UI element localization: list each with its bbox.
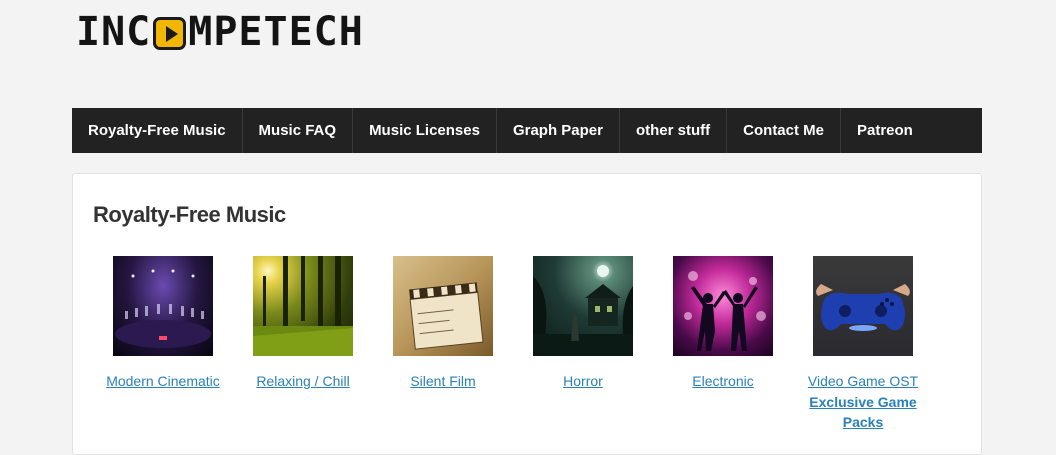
play-icon <box>153 16 187 50</box>
nav-item-music-licenses[interactable]: Music Licenses <box>353 108 497 153</box>
nav-item-patreon[interactable]: Patreon <box>841 108 929 153</box>
category-video-game-ost: Video Game OST Exclusive Game Packs <box>793 256 933 432</box>
nav-item-royalty-free-music[interactable]: Royalty-Free Music <box>72 108 243 153</box>
category-silent-film: Silent Film <box>373 256 513 389</box>
category-link-horror[interactable]: Horror <box>513 373 653 389</box>
thumbnail-silent-film[interactable] <box>393 256 493 356</box>
site-logo[interactable]: INC MPETECH <box>76 12 364 52</box>
nav-item-contact-me[interactable]: Contact Me <box>727 108 841 153</box>
thumbnail-electronic[interactable] <box>673 256 773 356</box>
haunted-house-image <box>533 265 633 356</box>
category-link-modern-cinematic[interactable]: Modern Cinematic <box>93 373 233 389</box>
thumbnail-video-game-ost[interactable] <box>813 256 913 356</box>
game-controller-image <box>816 284 910 331</box>
category-link-silent-film[interactable]: Silent Film <box>373 373 513 389</box>
page-title: Royalty-Free Music <box>93 202 286 227</box>
exclusive-game-packs-link[interactable]: Exclusive Game Packs <box>803 392 923 432</box>
nav-item-other-stuff[interactable]: other stuff <box>620 108 728 153</box>
category-modern-cinematic: Modern Cinematic <box>93 256 233 389</box>
nav-item-graph-paper[interactable]: Graph Paper <box>497 108 620 153</box>
category-link-relaxing-chill[interactable]: Relaxing / Chill <box>233 373 373 389</box>
category-horror: Horror <box>513 256 653 389</box>
main-nav: Royalty-Free Music Music FAQ Music Licen… <box>72 108 982 153</box>
content-panel: Royalty-Free Music Modern Cinematic Rela… <box>72 173 982 455</box>
category-link-electronic[interactable]: Electronic <box>653 373 793 389</box>
category-relaxing-chill: Relaxing / Chill <box>233 256 373 389</box>
nav-item-music-faq[interactable]: Music FAQ <box>243 108 354 153</box>
dancers-image <box>684 271 766 351</box>
logo-text-end: MPETECH <box>188 9 364 55</box>
category-link-video-game-ost[interactable]: Video Game OST <box>793 373 933 389</box>
forest-image <box>253 256 353 356</box>
thumbnail-horror[interactable] <box>533 256 633 356</box>
orchestra-image <box>115 269 211 348</box>
category-electronic: Electronic <box>653 256 793 389</box>
clapperboard-image <box>409 282 484 350</box>
thumbnail-relaxing-chill[interactable] <box>253 256 353 356</box>
logo-text-start: INC <box>76 9 152 55</box>
thumbnail-modern-cinematic[interactable] <box>113 256 213 356</box>
